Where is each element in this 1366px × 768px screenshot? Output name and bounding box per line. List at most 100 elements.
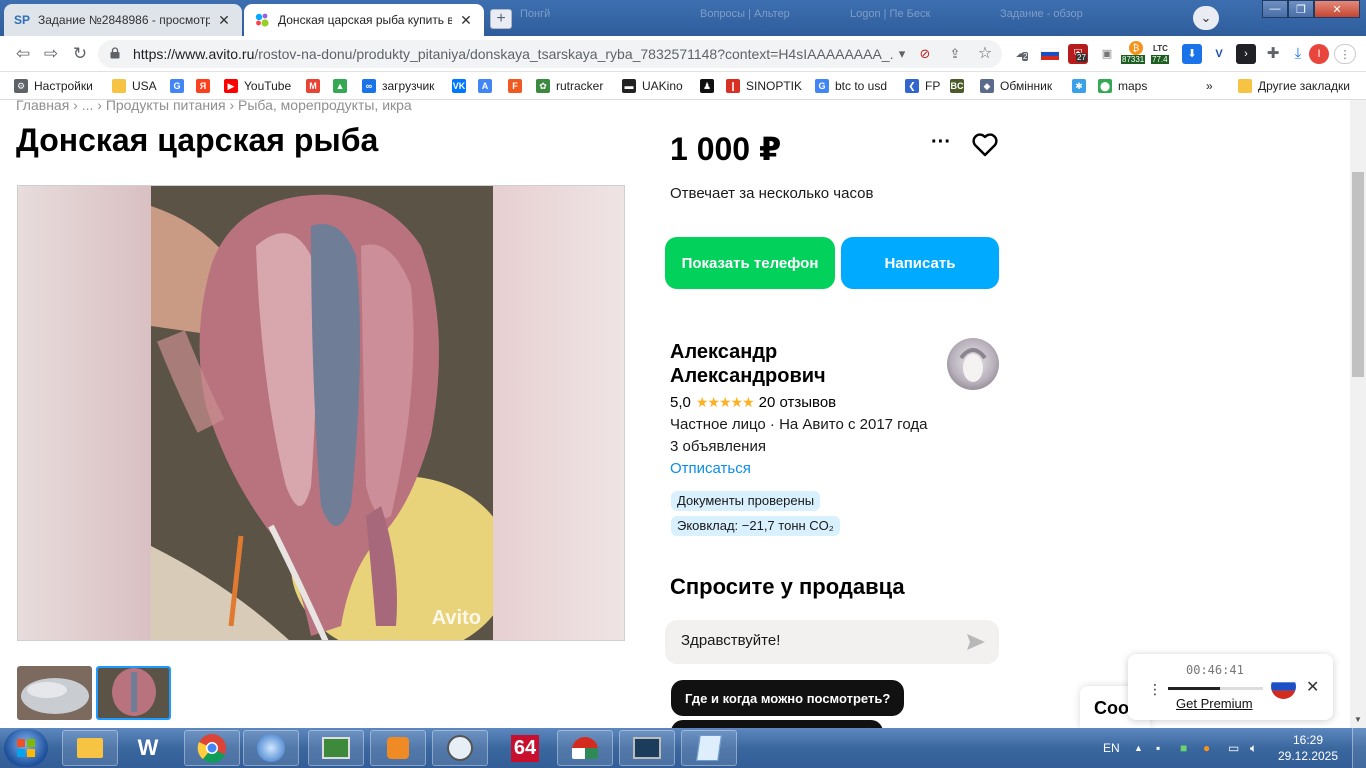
- show-hidden-icons-icon[interactable]: ▲: [1134, 728, 1143, 768]
- ghost-tab[interactable]: Задание - обзор: [1000, 8, 1083, 30]
- page-scrollbar[interactable]: ▼: [1350, 100, 1366, 728]
- get-premium-link[interactable]: Get Premium: [1176, 696, 1253, 711]
- product-photo[interactable]: Avito: [151, 186, 493, 640]
- chrome-taskbar-icon[interactable]: [184, 730, 240, 766]
- eco-contribution-badge[interactable]: Эковклад: −21,7 тонн CO₂: [671, 516, 840, 536]
- terminal-extension-icon[interactable]: ›: [1236, 44, 1256, 64]
- media-taskbar-icon[interactable]: [370, 730, 426, 766]
- bookmark-item[interactable]: ⬤ maps: [1098, 77, 1147, 95]
- explorer-taskbar-icon[interactable]: [62, 730, 118, 766]
- tab-avito[interactable]: Донская царская рыба купить в Р ✕: [244, 4, 484, 36]
- shield-extension-icon[interactable]: ⛨27: [1068, 44, 1088, 64]
- start-button[interactable]: [4, 729, 48, 767]
- share-icon[interactable]: ⇪: [946, 45, 964, 63]
- gallery-thumbnail-selected[interactable]: [96, 666, 171, 720]
- close-tab-icon[interactable]: ✕: [458, 12, 474, 29]
- url-text[interactable]: https://www.avito.ru/rostov-na-donu/prod…: [133, 46, 893, 62]
- profile-avatar[interactable]: I: [1309, 44, 1329, 64]
- cloud-extension-icon[interactable]: ☁ 2: [1011, 44, 1031, 64]
- bookmark-item[interactable]: M: [306, 77, 326, 95]
- ghost-tab[interactable]: Logon | Пе Беск: [850, 8, 930, 30]
- menu-icon[interactable]: ⋮: [1334, 44, 1356, 64]
- wallet-extension-icon[interactable]: ▣: [1097, 44, 1117, 64]
- quick-question-button-2[interactable]: [671, 720, 883, 728]
- forward-button[interactable]: ⇨: [40, 44, 62, 64]
- bookmark-item[interactable]: ⚙ Настройки: [14, 77, 93, 95]
- bookmark-item[interactable]: ❙ SINOPTIK: [726, 77, 802, 95]
- close-window-button[interactable]: ✕: [1314, 0, 1360, 18]
- ghost-tab[interactable]: Вопросы | Альтер: [700, 8, 790, 30]
- language-indicator[interactable]: EN: [1103, 728, 1120, 768]
- seller-rating[interactable]: 5,0 ★★★★★ 20 отзывов: [670, 394, 836, 411]
- more-options-button[interactable]: ···: [928, 132, 954, 156]
- bookmark-item[interactable]: ▲: [333, 77, 353, 95]
- quick-question-button[interactable]: Где и когда можно посмотреть?: [671, 680, 905, 716]
- bookmark-item[interactable]: ♟: [700, 77, 720, 95]
- downloads-icon[interactable]: ⤓: [1288, 44, 1308, 64]
- message-text[interactable]: Здравствуйте!: [681, 632, 780, 649]
- bookmark-item[interactable]: A: [478, 77, 498, 95]
- seller-avatar[interactable]: [947, 338, 999, 390]
- minimize-button[interactable]: —: [1262, 0, 1288, 18]
- bookmark-item[interactable]: ▶ YouTube: [224, 77, 291, 95]
- send-icon[interactable]: [965, 631, 987, 653]
- favorite-heart-icon[interactable]: [971, 132, 999, 158]
- russia-flag-icon[interactable]: [1040, 44, 1060, 64]
- russia-flag-icon[interactable]: [1271, 674, 1296, 699]
- tab-task[interactable]: SP Задание №2848986 - просмотр з ✕: [4, 4, 242, 36]
- puzzle-extensions-icon[interactable]: ✚: [1263, 44, 1283, 64]
- gallery-thumbnail[interactable]: [17, 666, 92, 720]
- network-globe-taskbar-icon[interactable]: [243, 730, 299, 766]
- message-input[interactable]: Здравствуйте!: [665, 620, 999, 664]
- umbrella-taskbar-icon[interactable]: [557, 730, 613, 766]
- product-gallery[interactable]: Avito: [17, 185, 625, 641]
- other-bookmarks-folder[interactable]: Другие закладки: [1238, 77, 1350, 95]
- tray-network-app-icon[interactable]: ▪: [1156, 728, 1160, 768]
- scroll-down-arrow-icon[interactable]: ▼: [1354, 715, 1362, 724]
- unsubscribe-link[interactable]: Отписаться: [670, 460, 751, 477]
- tray-weather-icon[interactable]: ●: [1203, 728, 1210, 768]
- app-taskbar-icon[interactable]: [308, 730, 364, 766]
- tray-display-icon[interactable]: ▭: [1228, 728, 1239, 768]
- terminal-taskbar-icon[interactable]: [619, 730, 675, 766]
- new-tab-button[interactable]: +: [490, 9, 512, 29]
- bitcoin-extension-icon[interactable]: ₿ 87331: [1121, 41, 1150, 64]
- bookmark-item[interactable]: USA: [112, 77, 157, 95]
- block-icon[interactable]: ⊘: [916, 45, 934, 63]
- app-64-taskbar-icon[interactable]: 64: [497, 730, 553, 766]
- seller-listings[interactable]: 3 объявления: [670, 438, 766, 455]
- progress-bar[interactable]: [1168, 687, 1263, 690]
- seller-name[interactable]: Александр Александрович: [670, 340, 930, 388]
- bookmark-item[interactable]: ✿ rutracker: [536, 77, 603, 95]
- v-extension-icon[interactable]: V: [1209, 44, 1229, 64]
- dropdown-icon[interactable]: ▾: [893, 45, 911, 63]
- widget-menu-icon[interactable]: ⋮: [1148, 681, 1162, 698]
- write-message-button[interactable]: Написать: [841, 237, 999, 289]
- shield-app-taskbar-icon[interactable]: W: [120, 730, 176, 766]
- show-desktop-button[interactable]: [1352, 728, 1366, 768]
- maximize-button[interactable]: ❐: [1288, 0, 1314, 18]
- notes-taskbar-icon[interactable]: [681, 730, 737, 766]
- scrollbar-thumb[interactable]: [1352, 172, 1364, 377]
- bookmark-item[interactable]: ❮ FP: [905, 77, 940, 95]
- bookmark-item[interactable]: Я: [196, 77, 216, 95]
- tab-search-button[interactable]: ⌄: [1193, 6, 1219, 30]
- bookmark-item[interactable]: ∞ загрузчик: [362, 77, 434, 95]
- bookmark-star-icon[interactable]: ☆: [976, 45, 994, 63]
- reload-button[interactable]: ↻: [69, 44, 91, 64]
- download-arrow-extension-icon[interactable]: ⬇: [1182, 44, 1202, 64]
- tray-green-icon[interactable]: ■: [1180, 728, 1187, 768]
- bookmark-item[interactable]: ◆ Обмінник: [980, 77, 1052, 95]
- bookmark-item[interactable]: F: [508, 77, 528, 95]
- bookmark-item[interactable]: Gbtc to usd: [815, 77, 887, 95]
- address-bar[interactable]: https://www.avito.ru/rostov-na-donu/prod…: [98, 40, 1002, 68]
- bookmark-item[interactable]: ✱: [1072, 77, 1092, 95]
- reviews-count[interactable]: 20 отзывов: [759, 394, 837, 411]
- close-widget-icon[interactable]: ✕: [1306, 677, 1319, 697]
- clock-app-taskbar-icon[interactable]: [432, 730, 488, 766]
- bookmark-item[interactable]: VK: [452, 77, 472, 95]
- back-button[interactable]: ⇦: [12, 44, 34, 64]
- show-phone-button[interactable]: Показать телефон: [665, 237, 835, 289]
- close-tab-icon[interactable]: ✕: [216, 12, 232, 29]
- bookmark-item[interactable]: BC: [950, 77, 970, 95]
